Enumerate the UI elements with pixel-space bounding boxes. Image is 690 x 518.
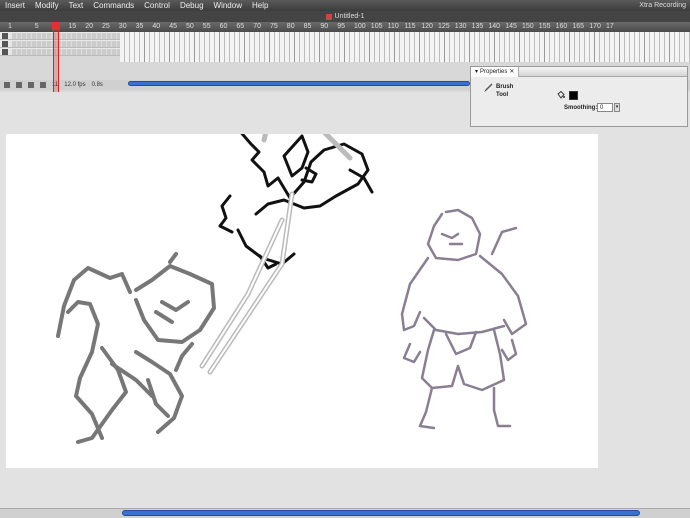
- ruler-frame-number: 90: [320, 23, 329, 30]
- layer-icon: [2, 40, 8, 47]
- document-tab[interactable]: Untitled-1: [325, 13, 365, 20]
- menu-window[interactable]: Window: [209, 0, 247, 11]
- ruler-frame-number: 20: [85, 23, 93, 30]
- layer-row[interactable]: [0, 32, 120, 40]
- ruler-frame-number: 160: [555, 23, 568, 30]
- layer-icon: [2, 48, 8, 55]
- properties-header: ▾ Properties ✕: [471, 66, 687, 77]
- ruler-frame-number: 45: [169, 23, 177, 30]
- ruler-frame-number: 65: [236, 23, 245, 30]
- ruler-frame-number: 1: [8, 23, 12, 30]
- ruler-frame-number: 85: [303, 23, 312, 30]
- timeline-scrollbar[interactable]: [128, 81, 470, 86]
- properties-tab[interactable]: ▾ Properties ✕: [471, 66, 520, 77]
- menu-control[interactable]: Control: [139, 0, 175, 11]
- ruler-frame-number: 55: [202, 23, 211, 30]
- layer-frames[interactable]: [12, 48, 120, 55]
- menu-insert[interactable]: Insert: [0, 0, 30, 11]
- playhead[interactable]: [52, 22, 60, 92]
- ruler-frame-number: 30: [118, 23, 127, 30]
- menu-bar: Insert Modify Text Commands Control Debu…: [0, 0, 690, 11]
- onion-outline-icon[interactable]: [28, 82, 34, 88]
- collapse-icon[interactable]: ▾: [475, 67, 478, 77]
- tool-name-line1: Brush: [496, 84, 514, 90]
- pasteboard: [0, 92, 690, 508]
- ruler-frame-number: 15: [68, 23, 77, 30]
- menu-debug[interactable]: Debug: [175, 0, 209, 11]
- ruler-frame-number: 95: [337, 23, 345, 30]
- ruler-frame-number: 145: [505, 23, 517, 30]
- ruler-frame-number: 105: [370, 23, 383, 30]
- frame-rate: 12.0 fps: [64, 82, 86, 88]
- ruler-frame-number: 5: [34, 23, 39, 30]
- ruler-frame-number: 110: [387, 23, 399, 30]
- layer-frames[interactable]: [12, 40, 120, 47]
- ruler-frame-number: 80: [286, 23, 295, 30]
- properties-tab-label: Properties: [480, 68, 508, 75]
- flash-app-window: Insert Modify Text Commands Control Debu…: [0, 0, 690, 518]
- playhead-handle[interactable]: [52, 22, 60, 30]
- paint-bucket-icon: [557, 91, 565, 99]
- stage-horizontal-scrollbar[interactable]: [122, 510, 640, 516]
- document-bar: Untitled-1: [0, 11, 690, 22]
- ruler-frame-number: 100: [354, 23, 366, 30]
- menu-text[interactable]: Text: [64, 0, 89, 11]
- ruler-frame-number: 75: [270, 23, 278, 30]
- frame-ruler[interactable]: 1510152025303540455055606570758085909510…: [0, 22, 690, 32]
- center-frame-icon[interactable]: [4, 82, 10, 88]
- ruler-frame-number: 40: [152, 23, 161, 30]
- ruler-frame-number: 140: [488, 23, 501, 30]
- layer-row[interactable]: [0, 40, 120, 48]
- smoothing-input[interactable]: 0: [597, 103, 613, 112]
- grey-ninja-strokes: [56, 252, 216, 444]
- properties-panel: ▾ Properties ✕ Brush Tool Smoothing: 0 ▾: [470, 66, 688, 127]
- close-icon[interactable]: ✕: [509, 67, 514, 77]
- menu-commands[interactable]: Commands: [88, 0, 139, 11]
- onion-skin-icon[interactable]: [16, 82, 22, 88]
- layer-icon: [2, 32, 8, 39]
- layer-row[interactable]: [0, 48, 120, 56]
- ruler-frame-number: 155: [538, 23, 551, 30]
- fill-color-swatch[interactable]: [569, 91, 578, 100]
- tool-name: Brush Tool: [496, 83, 513, 99]
- document-icon: [325, 13, 332, 20]
- edit-multiple-frames-icon[interactable]: [40, 82, 46, 88]
- layer-frames[interactable]: [12, 32, 120, 39]
- ruler-frame-number: 125: [438, 23, 450, 30]
- ruler-frame-number: 50: [186, 23, 194, 30]
- document-title: Untitled-1: [334, 13, 365, 20]
- ruler-frame-number: 60: [219, 23, 228, 30]
- menu-help[interactable]: Help: [247, 0, 273, 11]
- properties-body: Brush Tool Smoothing: 0 ▾: [471, 77, 687, 127]
- ruler-frame-number: 150: [522, 23, 534, 30]
- ruler-frame-number: 17: [606, 23, 614, 30]
- frame-grid[interactable]: [120, 32, 690, 62]
- stage-canvas[interactable]: [6, 134, 598, 468]
- smoothing-label: Smoothing:: [564, 105, 598, 111]
- elapsed-time: 0.8s: [91, 82, 103, 88]
- ruler-frame-number: 165: [572, 23, 585, 30]
- ruler-frame-number: 135: [471, 23, 484, 30]
- menu-modify[interactable]: Modify: [30, 0, 64, 11]
- sword-strokes: [199, 134, 353, 375]
- ruler-frame-number: 70: [253, 23, 261, 30]
- drawing-strokes: [56, 134, 528, 444]
- ruler-frame-number: 170: [589, 23, 601, 30]
- ruler-frame-number: 25: [102, 23, 110, 30]
- smoothing-dropdown-arrow[interactable]: ▾: [614, 103, 620, 112]
- tool-name-line2: Tool: [496, 92, 509, 98]
- ruler-frame-number: 35: [135, 23, 144, 30]
- layer-list: [0, 32, 120, 62]
- outlined-ninja-strokes: [400, 208, 528, 430]
- ruler-frame-number: 115: [404, 23, 416, 30]
- recording-label: Xtra Recording: [639, 2, 686, 9]
- ruler-frame-number: 130: [454, 23, 467, 30]
- ruler-frame-number: 120: [421, 23, 433, 30]
- brush-icon: [484, 83, 493, 92]
